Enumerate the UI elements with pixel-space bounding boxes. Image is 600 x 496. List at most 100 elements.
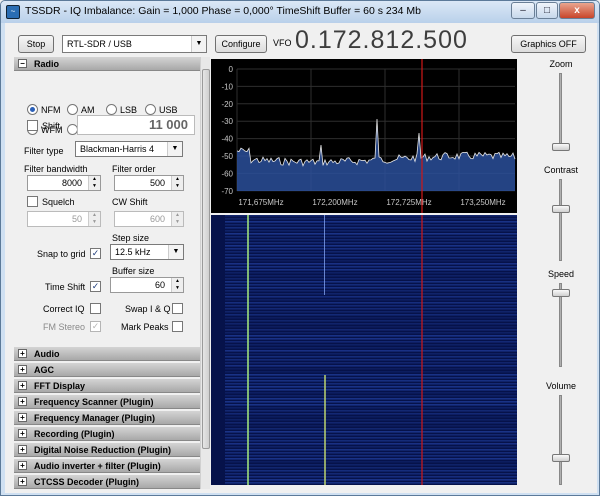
section-agc[interactable]: + AGC xyxy=(14,363,200,377)
mode-radio-nfm[interactable] xyxy=(27,104,38,115)
waterfall-row xyxy=(225,224,517,226)
device-select[interactable]: RTL-SDR / USB ▼ xyxy=(62,35,207,53)
filter-type-select[interactable]: Blackman-Harris 4 ▼ xyxy=(75,141,183,157)
app-icon: ~ xyxy=(6,5,20,19)
y-tick-label: -30 xyxy=(221,117,233,126)
zoom-slider-track[interactable] xyxy=(559,73,562,151)
swap-iq-checkbox[interactable] xyxy=(172,303,183,314)
spinner-icon[interactable]: ▲ ▼ xyxy=(88,212,100,226)
cw-shift-value: 600 xyxy=(149,214,165,224)
settings-panel: − Radio NFMAMLSBUSBWFMDSBCWRAW Shift 11 … xyxy=(14,57,200,489)
waterfall-row xyxy=(225,347,517,349)
close-button[interactable]: x xyxy=(559,2,595,19)
mode-radio-am[interactable] xyxy=(67,104,78,115)
stop-button[interactable]: Stop xyxy=(18,35,54,53)
section-label: AGC xyxy=(34,365,54,375)
waterfall-row xyxy=(225,245,517,247)
spectrum-display[interactable]: 0 -10 -20 -30 -40 -50 -60 -70 171,675MHz 172,200M… xyxy=(211,59,517,213)
filter-bandwidth-input[interactable]: 8000 ▲ ▼ xyxy=(27,175,101,191)
waterfall-row xyxy=(225,242,517,244)
waterfall-row xyxy=(225,251,517,253)
waterfall-row xyxy=(225,464,517,466)
spinner-icon[interactable]: ▲ ▼ xyxy=(171,278,183,292)
graphics-off-button[interactable]: Graphics OFF xyxy=(511,35,586,53)
volume-slider-thumb[interactable] xyxy=(552,454,570,462)
configure-button[interactable]: Configure xyxy=(215,35,267,53)
y-tick-label: -40 xyxy=(221,135,233,144)
time-shift-checkbox[interactable]: ✓ xyxy=(90,281,101,292)
signal-trace xyxy=(247,215,249,485)
mode-label-am: AM xyxy=(81,105,95,115)
buffer-size-input[interactable]: 60 ▲ ▼ xyxy=(110,277,184,293)
spinner-icon[interactable]: ▲ ▼ xyxy=(171,176,183,190)
filter-type-label: Filter type xyxy=(24,146,64,156)
zoom-slider-thumb[interactable] xyxy=(552,143,570,151)
collapse-icon: − xyxy=(18,59,27,68)
snap-to-grid-checkbox[interactable]: ✓ xyxy=(90,248,101,259)
expand-icon: + xyxy=(18,397,27,406)
waterfall-display[interactable] xyxy=(211,215,532,485)
filter-bandwidth-label: Filter bandwidth xyxy=(24,164,88,174)
section-frequency-manager-plugin[interactable]: + Frequency Manager (Plugin) xyxy=(14,411,200,425)
vfo-frequency-display[interactable]: 0.172.812.500 xyxy=(295,26,468,55)
waterfall-row xyxy=(225,248,517,250)
waterfall-row xyxy=(225,239,517,241)
mode-radio-usb[interactable] xyxy=(145,104,156,115)
section-recording-plugin[interactable]: + Recording (Plugin) xyxy=(14,427,200,441)
shift-checkbox[interactable] xyxy=(27,120,38,131)
y-tick-label: 0 xyxy=(229,65,234,74)
fm-stereo-checkbox[interactable]: ✓ xyxy=(90,321,101,332)
contrast-slider-thumb[interactable] xyxy=(552,205,570,213)
squelch-checkbox[interactable] xyxy=(27,196,38,207)
time-shift-label: Time Shift xyxy=(45,282,86,292)
squelch-input[interactable]: 50 ▲ ▼ xyxy=(27,211,101,227)
filter-type-value: Blackman-Harris 4 xyxy=(80,144,155,154)
waterfall-row xyxy=(225,215,517,217)
shift-label: Shift xyxy=(42,121,61,131)
section-frequency-scanner-plugin[interactable]: + Frequency Scanner (Plugin) xyxy=(14,395,200,409)
waterfall-row xyxy=(225,332,517,334)
maximize-button[interactable]: □ xyxy=(536,2,558,19)
section-radio[interactable]: − Radio xyxy=(14,57,200,71)
section-audio[interactable]: + Audio xyxy=(14,347,200,361)
waterfall-row xyxy=(225,461,517,463)
waterfall-row xyxy=(225,233,517,235)
waterfall-row xyxy=(225,422,517,424)
shift-input[interactable]: 11 000 xyxy=(77,115,195,135)
section-fft-display[interactable]: + FFT Display xyxy=(14,379,200,393)
waterfall-row xyxy=(225,404,517,406)
spectrum-fill xyxy=(237,119,515,191)
correct-iq-checkbox[interactable] xyxy=(90,303,101,314)
step-size-select[interactable]: 12.5 kHz ▼ xyxy=(110,244,184,260)
waterfall-row xyxy=(225,314,517,316)
settings-scrollbar[interactable] xyxy=(200,57,210,489)
mark-peaks-checkbox[interactable] xyxy=(172,321,183,332)
y-tick-label: -20 xyxy=(221,100,233,109)
section-digital-noise-reduction-plugin[interactable]: + Digital Noise Reduction (Plugin) xyxy=(14,443,200,457)
waterfall-row xyxy=(225,275,517,277)
waterfall-row xyxy=(225,236,517,238)
section-ctcss-decoder-plugin[interactable]: + CTCSS Decoder (Plugin) xyxy=(14,475,200,489)
slider-panel: Zoom Contrast Speed Volume xyxy=(525,57,597,489)
x-tick-label: 171,675MHz xyxy=(238,198,283,207)
mode-label-lsb: LSB xyxy=(120,105,138,115)
spinner-icon[interactable]: ▲ ▼ xyxy=(171,212,183,226)
speed-label: Speed xyxy=(547,269,575,279)
waterfall-row xyxy=(225,353,517,355)
waterfall-row xyxy=(225,323,517,325)
waterfall-row xyxy=(225,305,517,307)
waterfall-row xyxy=(225,326,517,328)
section-audio-inverter-filter-plugin[interactable]: + Audio inverter + filter (Plugin) xyxy=(14,459,200,473)
waterfall-row xyxy=(225,266,517,268)
mode-radio-lsb[interactable] xyxy=(106,104,117,115)
spinner-icon[interactable]: ▲ ▼ xyxy=(88,176,100,190)
cw-shift-label: CW Shift xyxy=(112,197,148,207)
volume-slider-track[interactable] xyxy=(559,395,562,485)
waterfall-row xyxy=(225,473,517,475)
cw-shift-input[interactable]: 600 ▲ ▼ xyxy=(114,211,184,227)
filter-order-input[interactable]: 500 ▲ ▼ xyxy=(114,175,184,191)
minimize-button[interactable]: – xyxy=(511,2,535,19)
speed-slider-thumb[interactable] xyxy=(552,289,570,297)
contrast-slider-track[interactable] xyxy=(559,179,562,261)
scrollbar-thumb[interactable] xyxy=(202,69,210,449)
